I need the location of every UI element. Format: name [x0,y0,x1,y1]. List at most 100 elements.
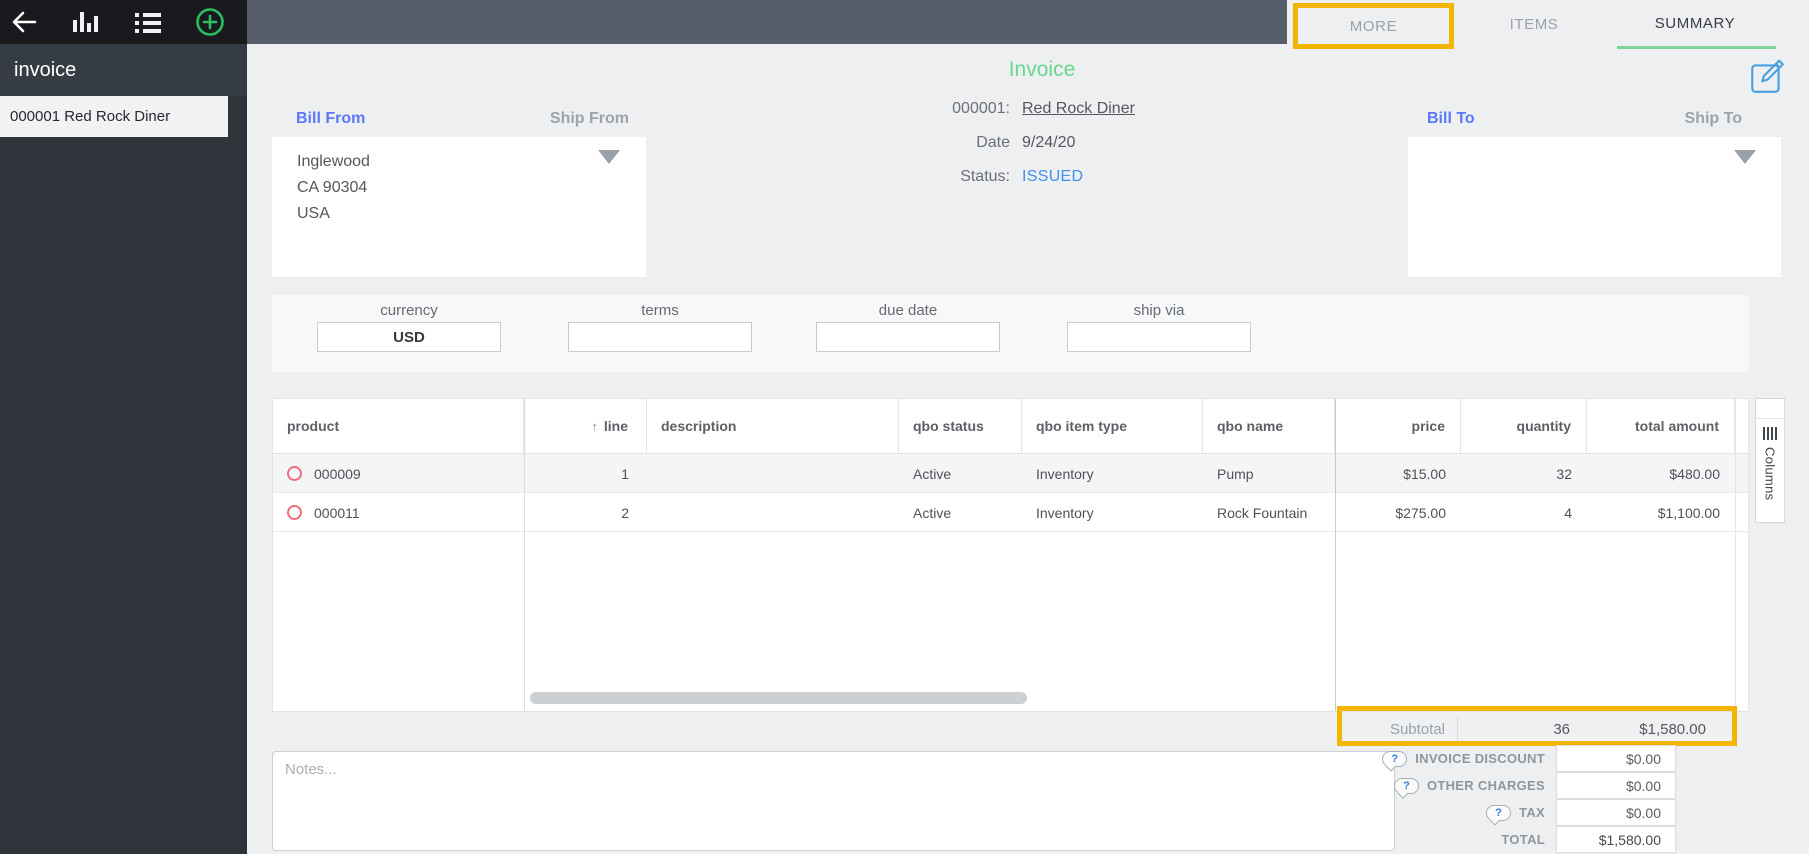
cell-qbo-item-type: Inventory [1036,465,1094,482]
scrollbar-lane-divider [1735,399,1736,711]
other-charges-label: OTHER CHARGES [1426,778,1545,793]
from-address-tabs: Bill From Ship From [272,103,646,135]
tab-items-label: ITEMS [1509,15,1559,33]
column-header-total-amount[interactable]: total amount [1587,399,1735,454]
cell-line: 2 [621,504,629,521]
currency-field[interactable]: USD [317,322,501,352]
bill-to-dropdown-icon[interactable] [1734,150,1756,164]
line-items-table: product ↑ line description qbo status qb… [272,398,1749,712]
add-icon[interactable] [194,6,226,38]
columns-button[interactable]: Columns [1755,398,1785,523]
help-icon[interactable]: ? [1382,750,1408,767]
cell-total-amount: $480.00 [1669,465,1720,482]
cell-quantity: 4 [1564,504,1572,521]
invoice-date-value[interactable]: 9/24/20 [1022,134,1075,152]
ship-via-field[interactable] [1067,322,1251,352]
cell-qbo-item-type: Inventory [1036,504,1094,521]
invoice-app: invoice 000001 Red Rock Diner MORE ITEMS… [0,0,1809,854]
invoice-discount-label: INVOICE DISCOUNT [1415,751,1545,766]
invoice-title: Invoice [1008,58,1076,81]
cell-product: 000011 [273,493,524,532]
bill-from-line-3: USA [297,205,330,222]
cell-product-value: 000009 [314,465,361,482]
cell-price: $15.00 [1403,465,1446,482]
column-header-qbo-status[interactable]: qbo status [899,399,1022,454]
invoice-header-fields: 000001: Red Rock Diner Date 9/24/20 Stat… [700,92,1170,194]
invoice-details-panel: currency USD terms due date ship via [272,295,1749,372]
invoice-status-label: Status: [960,168,1010,185]
bill-from-box[interactable]: Inglewood CA 90304 USA [272,137,646,277]
other-charges-value[interactable]: $0.00 [1556,772,1676,799]
cell-line: 1 [621,465,629,482]
column-header-qbo-item-type[interactable]: qbo item type [1022,399,1203,454]
back-icon[interactable] [8,6,40,38]
column-header-spacer [1735,399,1749,454]
column-header-quantity[interactable]: quantity [1461,399,1587,454]
bar-chart-icon[interactable] [70,6,102,38]
columns-button-header [1756,399,1784,419]
tab-more-label: MORE [1349,17,1398,35]
invoice-number-label: 000001: [952,100,1010,117]
tab-items[interactable]: ITEMS [1474,0,1594,48]
invoice-date-label: Date [976,134,1010,151]
invoice-number-row: 000001: Red Rock Diner [700,92,1170,126]
cell-qbo-name: Rock Fountain [1217,504,1308,521]
cell-qbo-status: Active [913,504,952,521]
other-charges-row: ? OTHER CHARGES [1245,772,1545,799]
total-value: $1,580.00 [1556,826,1676,853]
cell-quantity: 32 [1556,465,1572,482]
bill-to-box[interactable] [1408,137,1781,277]
edit-icon[interactable] [1747,56,1787,96]
notes-section [272,751,1395,851]
due-date-label: due date [878,302,938,319]
bill-from-dropdown-icon[interactable] [598,150,620,164]
cell-description [647,454,899,493]
help-icon[interactable]: ? [1486,804,1512,821]
tab-summary-label: SUMMARY [1654,14,1736,32]
notes-input[interactable] [272,751,1395,851]
invoice-discount-value[interactable]: $0.00 [1556,745,1676,772]
list-icon[interactable] [132,6,164,38]
top-bar [247,0,1287,44]
tax-value[interactable]: $0.00 [1556,799,1676,826]
horizontal-scrollbar[interactable] [530,692,1027,704]
column-header-product[interactable]: product [273,399,524,454]
invoice-status-value[interactable]: ISSUED [1022,168,1083,186]
invoice-date-row: Date 9/24/20 [700,126,1170,160]
subtotal-amount: $1,580.00 [1639,720,1706,738]
terms-label: terms [641,302,679,319]
tax-row: ? TAX [1245,799,1545,826]
help-icon[interactable]: ? [1393,777,1419,794]
cell-price: $275.00 [1395,504,1446,521]
subtotal-label: Subtotal [1389,720,1445,738]
row-marker-icon[interactable] [287,466,302,481]
ship-from-tab[interactable]: Ship From [550,110,629,128]
column-header-description[interactable]: description [647,399,899,454]
table-row[interactable]: 000011 2 Active Inventory Rock Fountain … [273,493,1748,532]
tax-label: TAX [1519,805,1545,820]
invoice-customer-link[interactable]: Red Rock Diner [1022,100,1135,118]
tab-summary[interactable]: SUMMARY [1617,0,1773,46]
column-header-qbo-name[interactable]: qbo name [1203,399,1335,454]
column-header-line[interactable]: ↑ line [524,399,647,454]
total-row: TOTAL [1245,826,1545,853]
tab-more[interactable]: MORE [1293,3,1454,49]
cell-product: 000009 [273,454,524,493]
table-row[interactable]: 000009 1 Active Inventory Pump $15.00 32… [273,454,1748,493]
column-header-price[interactable]: price [1335,399,1461,454]
cell-qbo-name: Pump [1217,465,1254,482]
cell-description [647,493,899,532]
sidebar-item-invoice-000001[interactable]: 000001 Red Rock Diner [0,96,228,137]
row-marker-icon[interactable] [287,505,302,520]
cell-total-amount: $1,100.00 [1657,504,1720,521]
due-date-field[interactable] [816,322,1000,352]
cell-product-value: 000011 [314,504,360,521]
cell-qbo-status: Active [913,465,952,482]
bill-from-tab[interactable]: Bill From [296,110,365,128]
bill-to-tab[interactable]: Bill To [1427,110,1475,128]
terms-field[interactable] [568,322,752,352]
sidebar-icon-bar [0,0,247,44]
tab-summary-underline [1617,46,1776,49]
subtotal-quantity: 36 [1553,720,1570,738]
ship-to-tab[interactable]: Ship To [1685,110,1742,128]
